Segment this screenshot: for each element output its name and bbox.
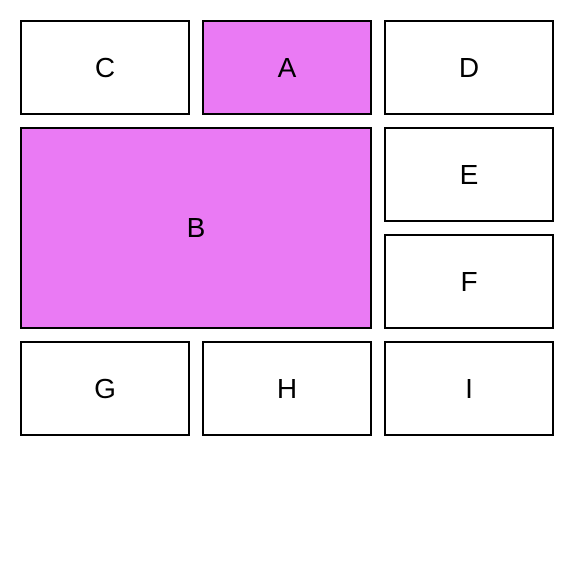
cell-H: H — [202, 341, 372, 436]
layout-grid: C A D B E F G H I — [20, 20, 557, 543]
cell-label: H — [277, 373, 297, 405]
cell-label: G — [94, 373, 116, 405]
cell-C: C — [20, 20, 190, 115]
cell-A: A — [202, 20, 372, 115]
cell-label: D — [459, 52, 479, 84]
cell-B: B — [20, 127, 372, 329]
cell-E: E — [384, 127, 554, 222]
cell-I: I — [384, 341, 554, 436]
cell-label: I — [465, 373, 473, 405]
cell-label: C — [95, 52, 115, 84]
cell-label: E — [460, 159, 479, 191]
cell-label: B — [187, 212, 206, 244]
cell-D: D — [384, 20, 554, 115]
cell-G: G — [20, 341, 190, 436]
cell-label: F — [460, 266, 477, 298]
cell-F: F — [384, 234, 554, 329]
cell-label: A — [278, 52, 297, 84]
